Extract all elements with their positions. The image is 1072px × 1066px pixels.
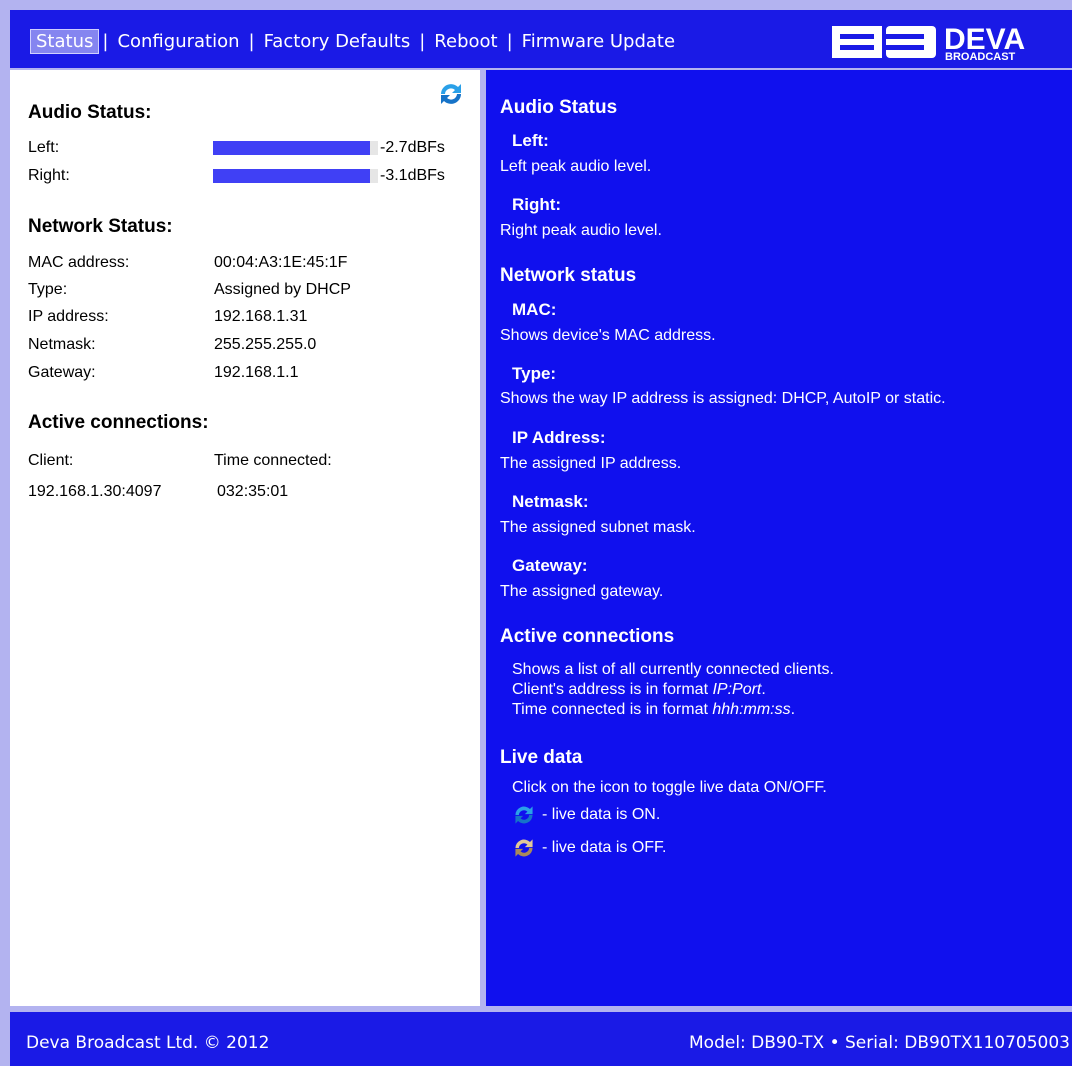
nav-separator: |	[419, 31, 426, 52]
help-netmask-desc: The assigned subnet mask.	[500, 519, 696, 536]
right-level-meter	[213, 169, 370, 183]
gateway-label: Gateway:	[28, 364, 96, 381]
help-live-desc: Click on the icon to toggle live data ON…	[512, 779, 827, 796]
help-network-heading: Network status	[500, 265, 637, 286]
help-type-title: Type:	[512, 364, 557, 383]
help-live-heading: Live data	[500, 747, 583, 768]
help-left-title: Left:	[512, 131, 549, 150]
help-type-desc: Shows the way IP address is assigned: DH…	[500, 390, 946, 407]
live-on-text: - live data is ON.	[542, 806, 661, 823]
help-connections-line2: Client's address is in format IP:Port.	[512, 681, 766, 698]
status-panel: Audio Status: Left: -2.7dBFs Right: -3.1…	[10, 70, 480, 1006]
mac-value: 00:04:A3:1E:45:1F	[214, 254, 348, 271]
help-connections-line1: Shows a list of all currently connected …	[512, 661, 834, 678]
nav-factory-defaults[interactable]: Factory Defaults	[258, 29, 417, 54]
active-connections-heading: Active connections:	[28, 412, 209, 433]
help-panel: Audio Status Left: Left peak audio level…	[486, 70, 1072, 1006]
gateway-value: 192.168.1.1	[214, 364, 299, 381]
help-live-off-row: - live data is OFF.	[512, 836, 666, 860]
help-netmask-title: Netmask:	[512, 492, 589, 511]
help-right-title: Right:	[512, 195, 562, 214]
help-connections-line3: Time connected is in format hhh:mm:ss.	[512, 701, 796, 718]
ip-label: IP address:	[28, 308, 109, 325]
mac-label: MAC address:	[28, 254, 130, 271]
type-value: Assigned by DHCP	[214, 281, 351, 298]
live-off-text: - live data is OFF.	[542, 839, 667, 856]
help-gateway-title: Gateway:	[512, 556, 588, 575]
type-label: Type:	[28, 281, 68, 298]
help-ip-title: IP Address:	[512, 428, 606, 447]
live-data-toggle-icon[interactable]	[437, 80, 465, 108]
nav-separator: |	[248, 31, 255, 52]
live-off-icon	[515, 839, 533, 857]
help-audio-heading: Audio Status	[500, 97, 618, 118]
time-column-header: Time connected:	[214, 452, 332, 469]
netmask-label: Netmask:	[28, 336, 96, 353]
help-gateway-desc: The assigned gateway.	[500, 583, 664, 600]
audio-status-heading: Audio Status:	[28, 102, 152, 123]
main-nav: Status | Configuration | Factory Default…	[30, 29, 681, 54]
ip-value: 192.168.1.31	[214, 308, 308, 325]
connection-time: 032:35:01	[217, 483, 289, 500]
right-channel-label: Right:	[28, 167, 70, 184]
logo-sub: BROADCAST	[945, 51, 1016, 62]
help-connections-heading: Active connections	[500, 626, 675, 647]
nav-status[interactable]: Status	[30, 29, 100, 54]
help-mac-title: MAC:	[512, 300, 557, 319]
nav-configuration[interactable]: Configuration	[111, 29, 245, 54]
help-left-desc: Left peak audio level.	[500, 158, 652, 175]
help-right-desc: Right peak audio level.	[500, 222, 662, 239]
left-level-meter	[213, 141, 370, 155]
live-on-icon	[515, 806, 533, 824]
nav-reboot[interactable]: Reboot	[428, 29, 503, 54]
connection-client: 192.168.1.30:4097	[28, 483, 162, 500]
nav-separator: |	[506, 31, 513, 52]
footer-bar: Deva Broadcast Ltd. © 2012 Model: DB90-T…	[10, 1012, 1072, 1066]
left-level-value: -2.7dBFs	[380, 139, 445, 156]
nav-separator: |	[102, 31, 109, 52]
netmask-value: 255.255.255.0	[214, 336, 317, 353]
nav-firmware-update[interactable]: Firmware Update	[516, 29, 681, 54]
client-column-header: Client:	[28, 452, 74, 469]
help-live-on-row: - live data is ON.	[512, 803, 660, 827]
right-level-value: -3.1dBFs	[380, 167, 445, 184]
help-mac-desc: Shows device's MAC address.	[500, 327, 716, 344]
left-channel-label: Left:	[28, 139, 60, 156]
help-ip-desc: The assigned IP address.	[500, 455, 682, 472]
top-nav-bar: Status | Configuration | Factory Default…	[10, 10, 1072, 68]
copyright-text: Deva Broadcast Ltd. © 2012	[26, 1033, 270, 1053]
network-status-heading: Network Status:	[28, 216, 173, 237]
deva-broadcast-logo: DEVA BROADCAST	[832, 23, 1025, 62]
model-serial-text: Model: DB90-TX • Serial: DB90TX110705003	[689, 1033, 1070, 1053]
